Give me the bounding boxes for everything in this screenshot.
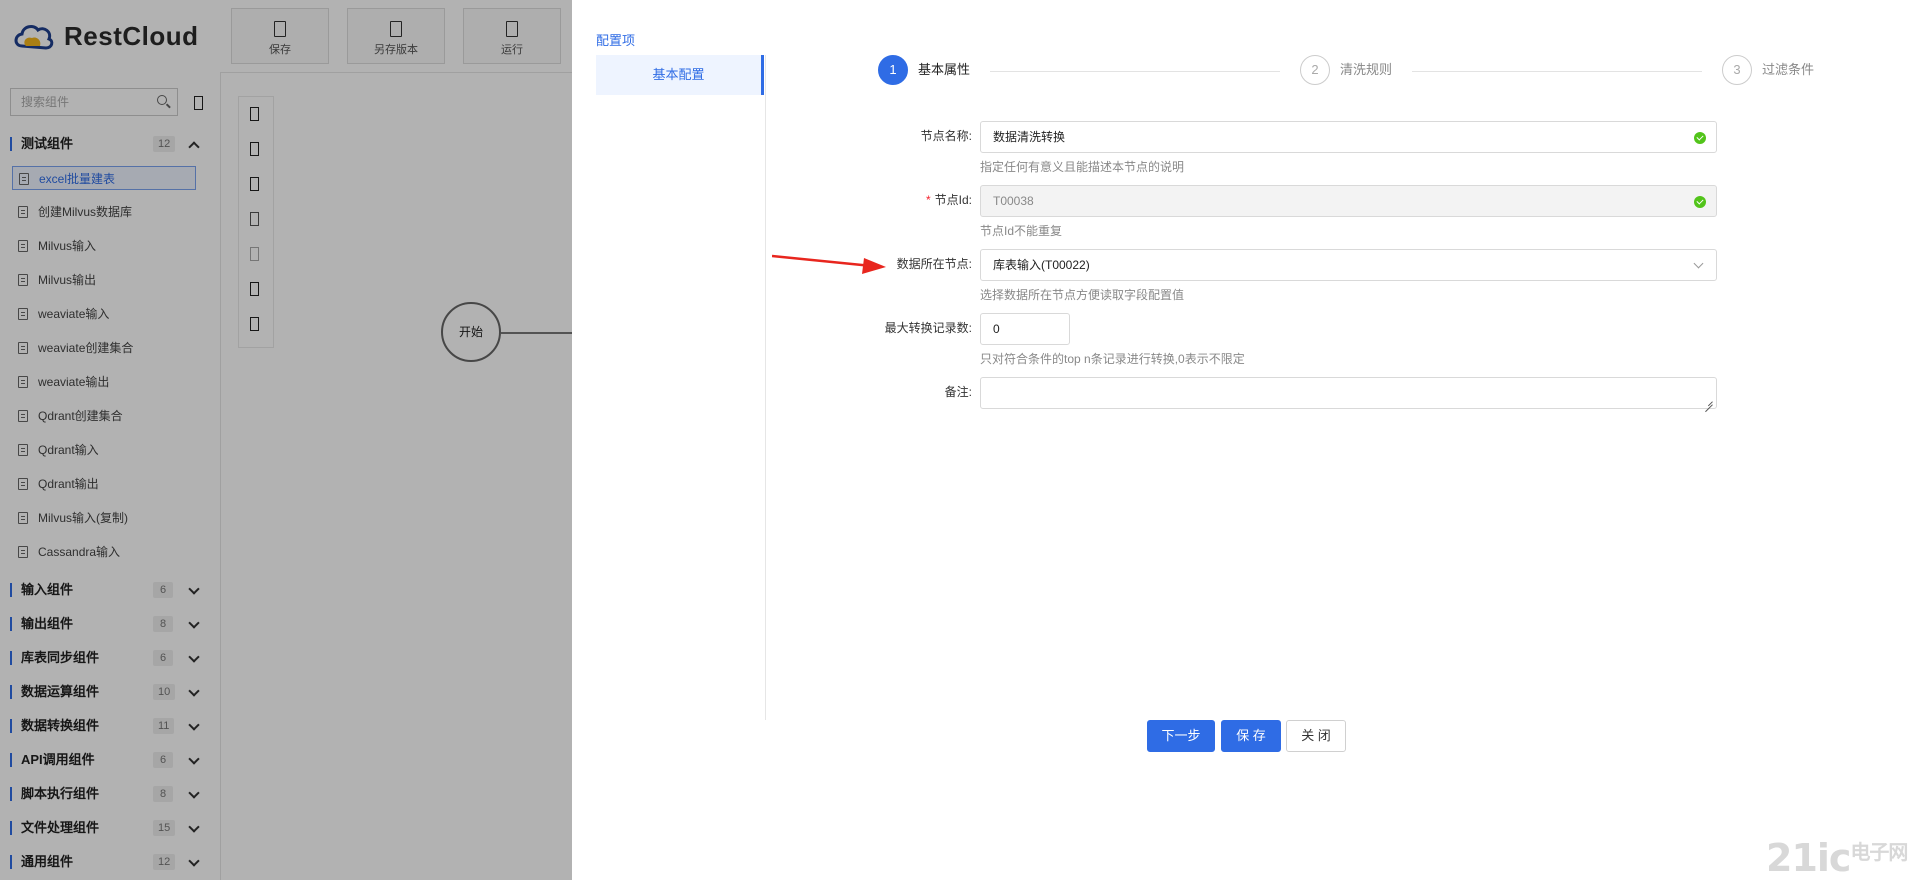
modal-overlay[interactable] — [0, 0, 572, 880]
annotation-arrow-icon — [772, 254, 886, 274]
remark-textarea[interactable] — [980, 377, 1717, 409]
remark-label: 备注: — [944, 385, 972, 399]
node-name-input[interactable]: 数据清洗转换 — [980, 121, 1717, 153]
max-records-label: 最大转换记录数: — [884, 321, 972, 335]
max-records-input[interactable]: 0 — [980, 313, 1070, 345]
step-number: 2 — [1300, 55, 1330, 85]
step-number: 3 — [1722, 55, 1752, 85]
step-connector — [1412, 71, 1702, 72]
node-id-input[interactable]: T00038 — [980, 185, 1717, 217]
node-name-help: 指定任何有意义且能描述本节点的说明 — [980, 160, 1185, 174]
data-node-help: 选择数据所在节点方便读取字段配置值 — [980, 288, 1185, 302]
site-watermark: 21ic电子网 — [1766, 836, 1908, 880]
max-records-help: 只对符合条件的top n条记录进行转换,0表示不限定 — [980, 352, 1245, 366]
drawer-divider — [765, 55, 766, 720]
config-section-title: 配置项 — [596, 33, 636, 48]
check-circle-icon — [1694, 196, 1706, 208]
save-button[interactable]: 保 存 — [1221, 720, 1281, 752]
step-label: 过滤条件 — [1762, 62, 1815, 77]
step-connector — [990, 71, 1280, 72]
tab-basic-config[interactable]: 基本配置 — [596, 55, 764, 95]
step-label: 清洗规则 — [1340, 62, 1393, 77]
required-mark: * — [925, 193, 931, 207]
step-label: 基本属性 — [918, 62, 971, 77]
chevron-down-icon[interactable] — [1693, 258, 1704, 269]
node-name-label: 节点名称: — [920, 129, 972, 143]
node-id-help: 节点Id不能重复 — [980, 224, 1063, 238]
close-button[interactable]: 关 闭 — [1286, 720, 1346, 752]
resize-handle-icon[interactable] — [1705, 397, 1713, 405]
step-number: 1 — [878, 55, 908, 85]
node-id-label: * 节点Id: — [925, 193, 972, 207]
next-step-button[interactable]: 下一步 — [1147, 720, 1215, 752]
check-circle-icon — [1694, 132, 1706, 144]
data-node-select[interactable]: 库表输入(T00022) — [980, 249, 1717, 281]
